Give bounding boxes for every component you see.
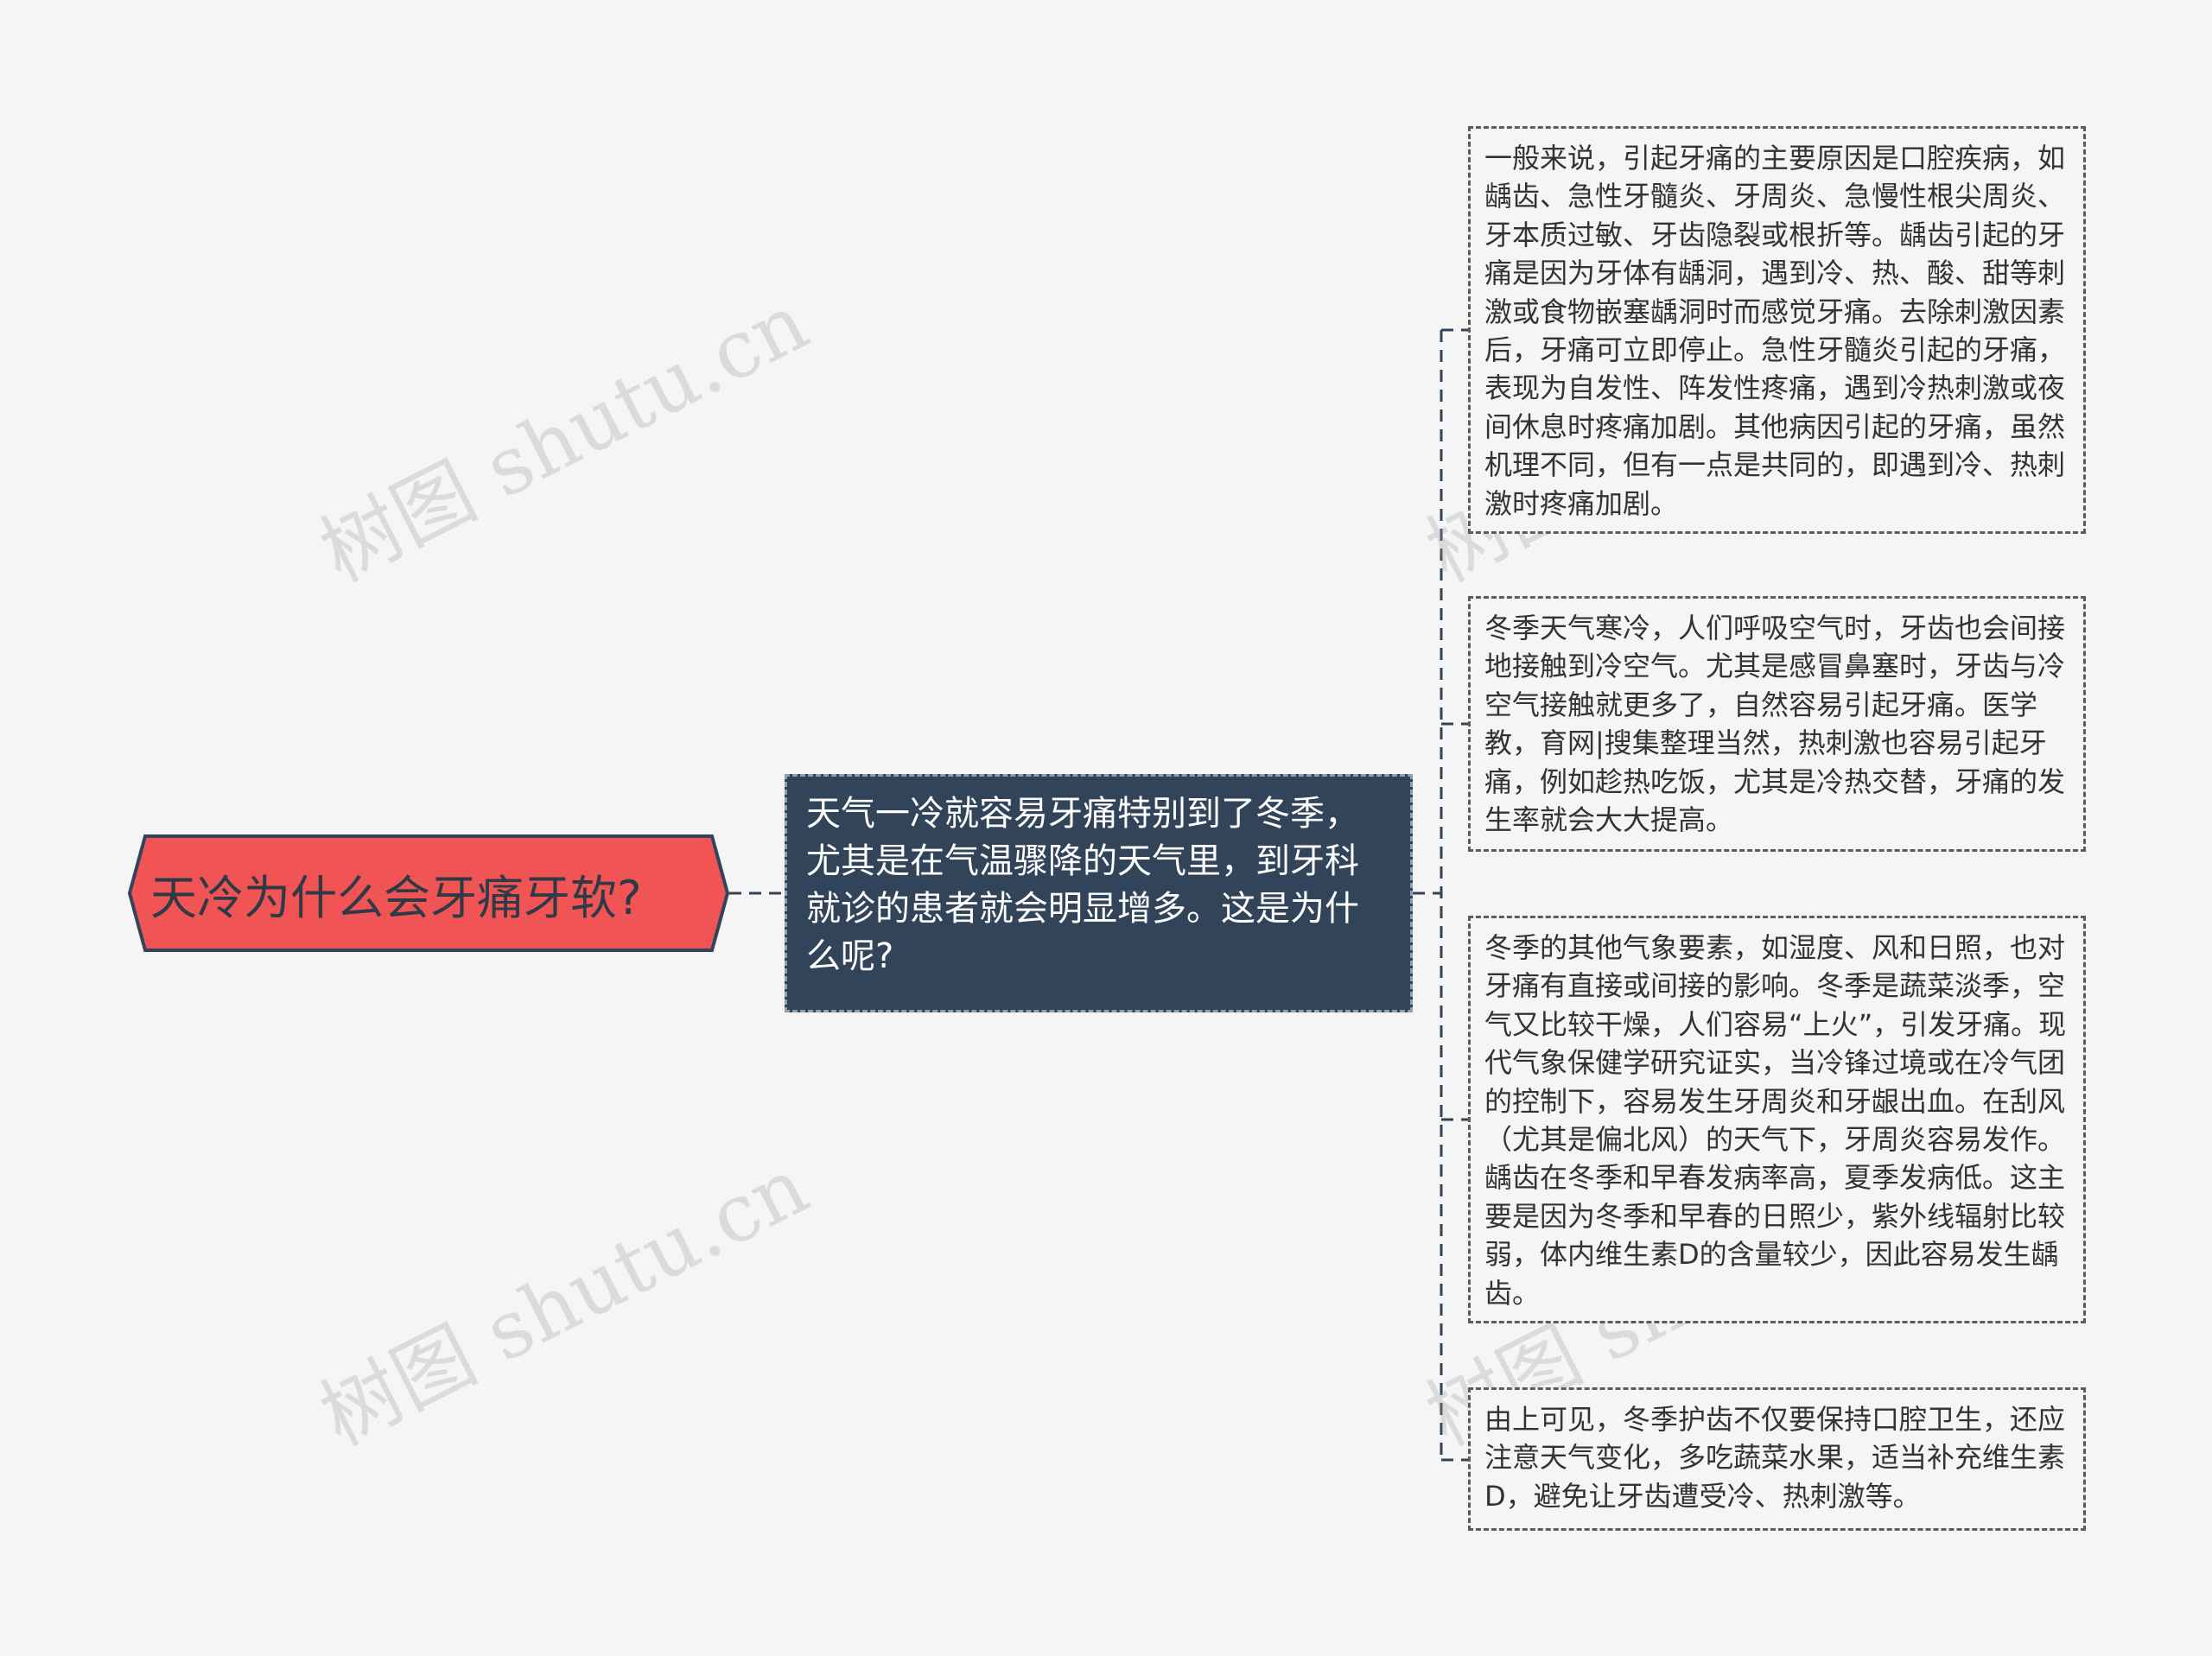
detail-node-1[interactable]: 一般来说，引起牙痛的主要原因是口腔疾病，如龋齿、急性牙髓炎、牙周炎、急慢性根尖周… — [1468, 126, 2086, 534]
detail-text: 由上可见，冬季护齿不仅要保持口腔卫生，还应注意天气变化，多吃蔬菜水果，适当补充维… — [1484, 1403, 2066, 1513]
detail-text: 一般来说，引起牙痛的主要原因是口腔疾病，如龋齿、急性牙髓炎、牙周炎、急慢性根尖周… — [1484, 142, 2066, 520]
detail-node-3[interactable]: 冬季的其他气象要素，如湿度、风和日照，也对牙痛有直接或间接的影响。冬季是蔬菜淡季… — [1468, 916, 2086, 1323]
detail-text: 冬季的其他气象要素，如湿度、风和日照，也对牙痛有直接或间接的影响。冬季是蔬菜淡季… — [1484, 931, 2067, 1310]
detail-text: 冬季天气寒冷，人们呼吸空气时，牙齿也会间接地接触到冷空气。尤其是感冒鼻塞时，牙齿… — [1484, 612, 2066, 837]
root-topic-label: 天冷为什么会牙痛牙软? — [150, 870, 642, 925]
subtopic-label: 天气一冷就容易牙痛特别到了冬季，尤其是在气温骤降的天气里，到牙科就诊的患者就会明… — [806, 794, 1359, 976]
detail-node-2[interactable]: 冬季天气寒冷，人们呼吸空气时，牙齿也会间接地接触到冷空气。尤其是感冒鼻塞时，牙齿… — [1468, 596, 2086, 852]
subtopic-node[interactable]: 天气一冷就容易牙痛特别到了冬季，尤其是在气温骤降的天气里，到牙科就诊的患者就会明… — [785, 774, 1413, 1012]
detail-node-4[interactable]: 由上可见，冬季护齿不仅要保持口腔卫生，还应注意天气变化，多吃蔬菜水果，适当补充维… — [1468, 1387, 2086, 1531]
root-topic-node[interactable]: 天冷为什么会牙痛牙软? — [128, 834, 729, 952]
